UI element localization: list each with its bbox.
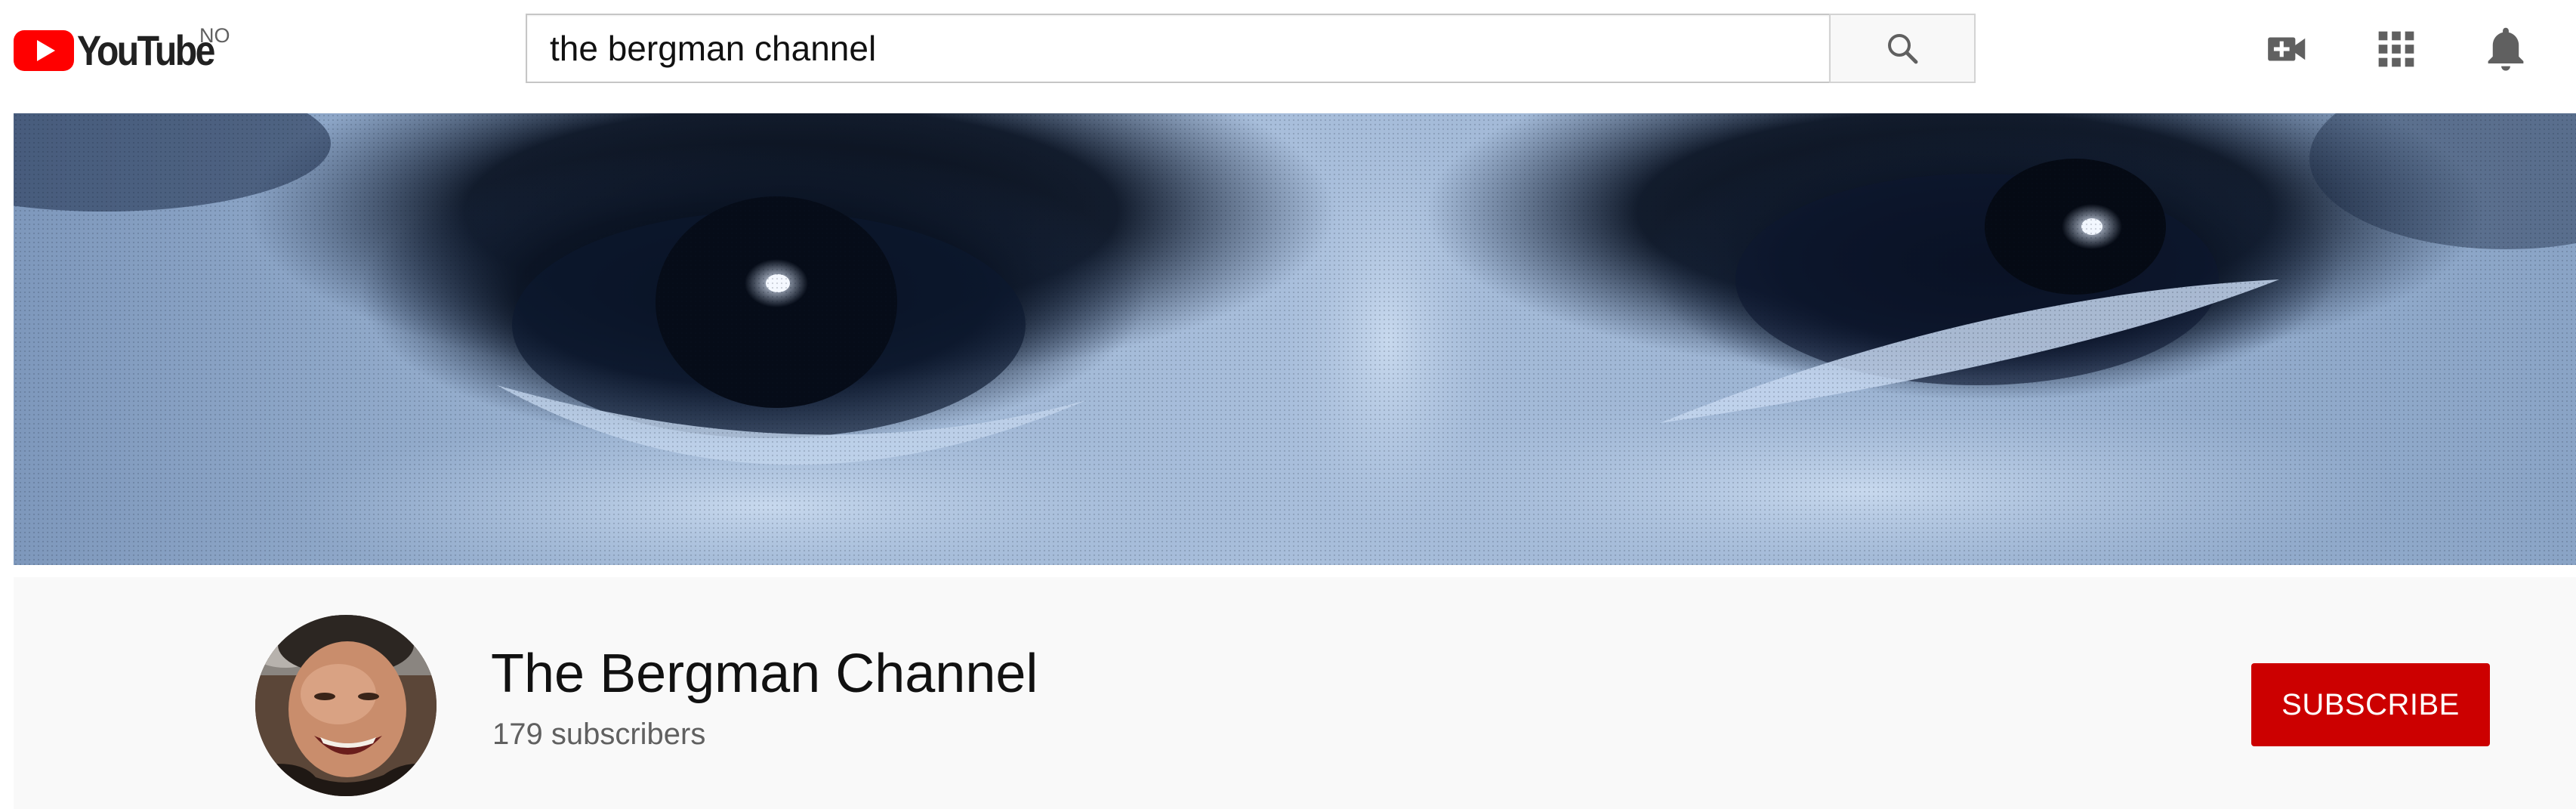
banner-image [14,113,2576,565]
channel-avatar[interactable] [255,615,437,796]
create-video-button[interactable] [2261,23,2314,76]
create-video-icon [2268,37,2306,61]
masthead: YouTube NO [0,0,2576,106]
search-box [526,14,1829,83]
apps-grid-icon [2378,31,2414,67]
channel-banner [14,113,2576,565]
logo-wordmark: YouTube [77,26,215,74]
notifications-bell-icon [2488,27,2524,71]
channel-title: The Bergman Channel [491,644,1038,704]
subscribe-button[interactable]: SUBSCRIBE [2251,663,2490,746]
country-code: NO [199,24,230,47]
avatar-photo [255,615,437,796]
notifications-button[interactable] [2479,23,2532,76]
apps-button[interactable] [2370,23,2423,76]
search-button[interactable] [1829,14,1976,83]
subscriber-count: 179 subscribers [492,718,706,751]
search-input[interactable] [550,15,1803,82]
channel-header: The Bergman Channel 179 subscribers SUBS… [14,577,2576,809]
youtube-play-icon [14,30,74,71]
search-icon [1888,34,1918,64]
